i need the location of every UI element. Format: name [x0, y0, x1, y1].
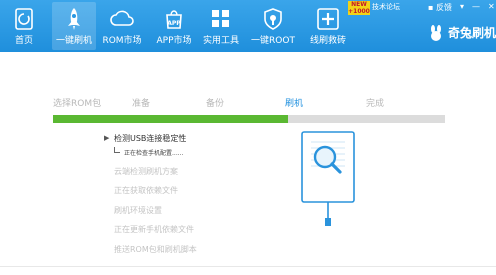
nav-home[interactable]: 首页 [7, 2, 41, 50]
nav-home-label: 首页 [14, 36, 33, 46]
new-badge[interactable]: NEW +1000 [348, 1, 370, 15]
cloud-icon [110, 10, 134, 26]
nav-rom-market-label: ROM市场 [102, 36, 142, 46]
window-controls: ▪ 反馈 ▾ — ✕ [428, 2, 495, 13]
task-push-rom: 推送ROM包和刷机脚本 [114, 245, 197, 254]
task-cloud-detect: 云端检测刷机方案 [114, 167, 178, 176]
nav-line-rescue[interactable]: 线刷救砖 [309, 2, 347, 50]
home-icon [15, 8, 33, 30]
bunny-logo-icon [431, 24, 441, 41]
brand-logo: 奇兔刷机 [428, 24, 496, 41]
nav-app-market[interactable]: APP APP市场 [152, 2, 196, 50]
footer-divider [0, 266, 496, 267]
tech-forum-link[interactable]: 技术论坛 [372, 2, 400, 12]
step-select-rom: 选择ROM包 [53, 99, 102, 109]
step-backup: 备份 [206, 99, 225, 109]
brand-name: 奇兔刷机 [448, 26, 496, 40]
tools-icon [212, 10, 229, 27]
flash-progress-bar [53, 115, 445, 123]
current-task-arrow-icon: ▶ [104, 134, 110, 142]
nav-one-key-root-label: 一键ROOT [251, 36, 295, 46]
dropdown-icon[interactable]: ▾ [460, 2, 464, 13]
task-update-phone-deps: 正在更新手机依赖文件 [114, 225, 194, 234]
flash-progress-fill [53, 115, 289, 123]
step-prepare: 准备 [132, 99, 151, 109]
nav-one-key-flash-label: 一键刷机 [55, 36, 92, 46]
task-env-setup: 刷机环境设置 [114, 206, 162, 215]
nav-app-market-label: APP市场 [156, 36, 192, 46]
current-task: 检测USB连接稳定性 [114, 134, 187, 143]
nav-one-key-flash[interactable]: 一键刷机 [52, 2, 96, 50]
step-flash: 刷机 [285, 99, 304, 109]
svg-text:APP: APP [167, 20, 181, 27]
top-navigation-bar: 首页 一键刷机 ROM市场 APP APP市场 实用工具 一键ROOT 线刷救砖… [0, 0, 496, 52]
step-complete: 完成 [366, 99, 385, 109]
app-icon: APP [166, 10, 182, 29]
rescue-icon [317, 8, 339, 30]
task-get-dependencies: 正在获取依赖文件 [114, 186, 178, 195]
flash-steps: 选择ROM包 准备 备份 刷机 完成 [53, 96, 445, 110]
nav-line-rescue-label: 线刷救砖 [309, 36, 346, 46]
magnifier-phone-icon [301, 131, 355, 226]
rocket-icon [68, 8, 80, 30]
minimize-icon[interactable]: — [472, 2, 480, 13]
nav-rom-market[interactable]: ROM市场 [100, 2, 144, 50]
shield-root-icon [264, 8, 282, 30]
sub-status-connector [114, 147, 120, 153]
feedback-button[interactable]: ▪ 反馈 [428, 2, 452, 13]
nav-one-key-root[interactable]: 一键ROOT [250, 2, 296, 50]
close-icon[interactable]: ✕ [488, 2, 495, 13]
nav-tools-label: 实用工具 [202, 36, 239, 46]
chat-icon: ▪ [428, 3, 434, 12]
nav-tools[interactable]: 实用工具 [199, 2, 243, 50]
current-task-sub-status: 正在检查手机配置...... [124, 150, 184, 157]
